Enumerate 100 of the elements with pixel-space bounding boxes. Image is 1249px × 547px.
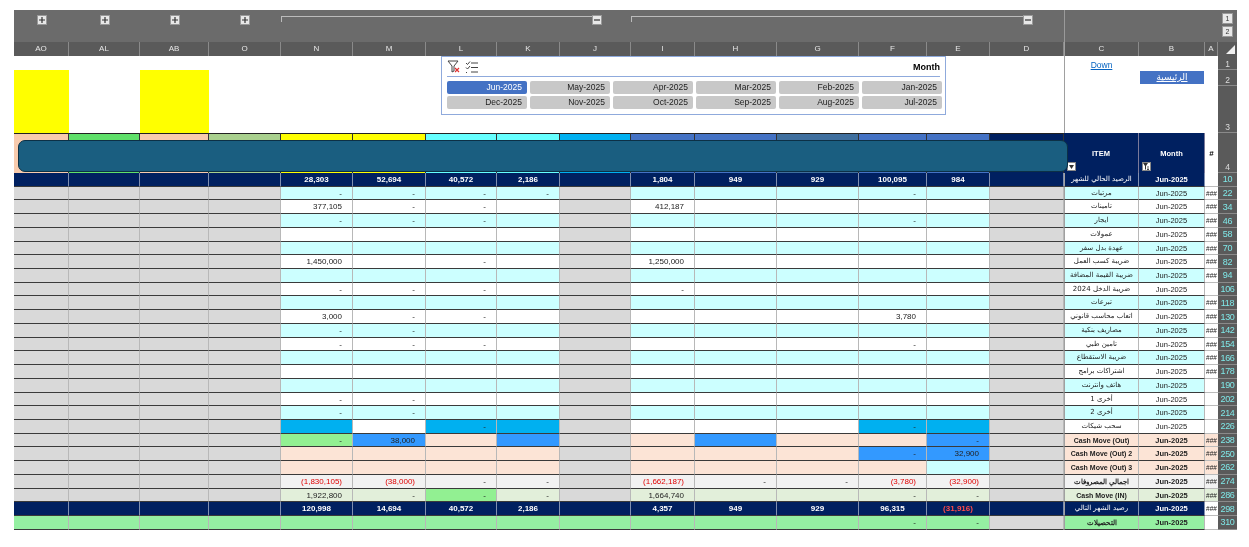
table-cell <box>560 365 631 379</box>
column-header[interactable]: AO <box>14 42 69 56</box>
slicer-button[interactable]: Mar-2025 <box>696 81 776 94</box>
column-header[interactable]: D <box>990 42 1064 56</box>
column-header[interactable]: C <box>1064 42 1139 56</box>
table-cell <box>69 214 140 228</box>
expand-button[interactable] <box>99 15 110 25</box>
row-header[interactable]: 130 <box>1218 310 1237 324</box>
column-header[interactable]: M <box>353 42 426 56</box>
column-header[interactable]: K <box>497 42 560 56</box>
plus-icon <box>242 17 248 23</box>
table-cell <box>281 296 353 311</box>
table-cell <box>209 351 281 366</box>
clear-filter-icon[interactable] <box>447 60 460 73</box>
row-header[interactable]: 34 <box>1218 200 1237 215</box>
table-cell <box>281 269 353 283</box>
row-header[interactable]: 250 <box>1218 447 1237 462</box>
slicer-button[interactable]: Jun-2025 <box>447 81 527 94</box>
table-cell: 1,450,000 <box>281 255 353 270</box>
row-header[interactable]: 298 <box>1218 502 1237 516</box>
table-cell <box>497 310 560 324</box>
table-cell <box>927 296 990 311</box>
slicer-button[interactable]: Jul-2025 <box>862 96 942 109</box>
table-cell <box>14 406 69 420</box>
expand-button[interactable] <box>240 15 250 25</box>
table-cell <box>497 200 560 215</box>
slicer-button[interactable]: May-2025 <box>530 81 610 94</box>
table-cell <box>140 296 209 311</box>
table-cell <box>209 255 281 270</box>
filter-button[interactable] <box>1142 162 1151 171</box>
slicer-button[interactable]: Apr-2025 <box>613 81 693 94</box>
column-header[interactable]: A <box>1205 42 1218 56</box>
table-cell <box>631 214 695 228</box>
column-header[interactable]: H <box>695 42 777 56</box>
row-header[interactable]: 1 <box>1218 56 1237 70</box>
table-cell <box>140 214 209 228</box>
table-cell <box>927 200 990 215</box>
home-button[interactable]: الرئيسية <box>1140 71 1204 84</box>
down-link[interactable]: Down <box>1090 60 1113 70</box>
column-header[interactable]: G <box>777 42 859 56</box>
slicer-button[interactable]: Nov-2025 <box>530 96 610 109</box>
row-header[interactable]: 118 <box>1218 296 1237 311</box>
row-header[interactable]: 82 <box>1218 255 1237 270</box>
table-cell: 1,804 <box>631 173 695 187</box>
row-header[interactable]: 178 <box>1218 365 1237 379</box>
table-cell <box>631 406 695 420</box>
expand-button[interactable] <box>169 15 180 25</box>
column-header[interactable]: AB <box>140 42 209 56</box>
slicer-button[interactable]: Feb-2025 <box>779 81 859 94</box>
table-cell <box>14 296 69 311</box>
collapse-button[interactable] <box>1023 15 1033 25</box>
slicer-button[interactable]: Dec-2025 <box>447 96 527 109</box>
row-header[interactable]: 214 <box>1218 406 1237 420</box>
row-header[interactable]: 46 <box>1218 214 1237 228</box>
table-cell <box>209 447 281 462</box>
column-header[interactable]: N <box>281 42 353 56</box>
row-header[interactable]: 166 <box>1218 351 1237 366</box>
table-cell: 984 <box>927 173 990 187</box>
row-header[interactable]: 10 <box>1218 173 1237 187</box>
table-cell: - <box>426 310 497 324</box>
table-cell <box>927 269 990 283</box>
column-header[interactable]: E <box>927 42 990 56</box>
table-cell <box>631 461 695 475</box>
row-header[interactable]: 2 <box>1218 70 1237 86</box>
slicer-button[interactable]: Aug-2025 <box>779 96 859 109</box>
row-header[interactable]: 94 <box>1218 269 1237 283</box>
table-cell <box>69 447 140 462</box>
table-cell <box>859 351 927 366</box>
table-cell <box>560 351 631 366</box>
table-cell <box>209 365 281 379</box>
column-header[interactable]: F <box>859 42 927 56</box>
row-header[interactable]: 262 <box>1218 461 1237 475</box>
table-cell <box>859 296 927 311</box>
table-cell: - <box>353 214 426 228</box>
slicer-button[interactable]: Sep-2025 <box>696 96 776 109</box>
table-cell: 2,186 <box>497 502 560 516</box>
slicer-button[interactable]: Jan-2025 <box>862 81 942 94</box>
column-header[interactable]: I <box>631 42 695 56</box>
slicer-title: Month <box>913 61 940 72</box>
column-header[interactable]: B <box>1139 42 1205 56</box>
select-all-button[interactable] <box>1218 42 1237 56</box>
slicer-button[interactable]: Oct-2025 <box>613 96 693 109</box>
row-header[interactable]: 4 <box>1218 133 1237 173</box>
column-header[interactable]: J <box>560 42 631 56</box>
column-header[interactable]: O <box>209 42 281 56</box>
collapse-button[interactable] <box>591 15 602 25</box>
expand-button[interactable] <box>36 15 47 25</box>
multi-select-icon[interactable] <box>465 60 478 73</box>
plus-icon <box>171 17 178 23</box>
column-header[interactable]: AL <box>69 42 140 56</box>
table-cell <box>426 461 497 475</box>
row-header[interactable]: 3 <box>1218 86 1237 133</box>
table-cell: - <box>859 447 927 462</box>
table-cell <box>140 461 209 475</box>
table-cell: - <box>426 255 497 270</box>
table-cell <box>140 310 209 324</box>
table-cell <box>209 310 281 324</box>
column-header[interactable]: L <box>426 42 497 56</box>
table-cell <box>14 200 69 215</box>
table-cell <box>69 173 140 187</box>
